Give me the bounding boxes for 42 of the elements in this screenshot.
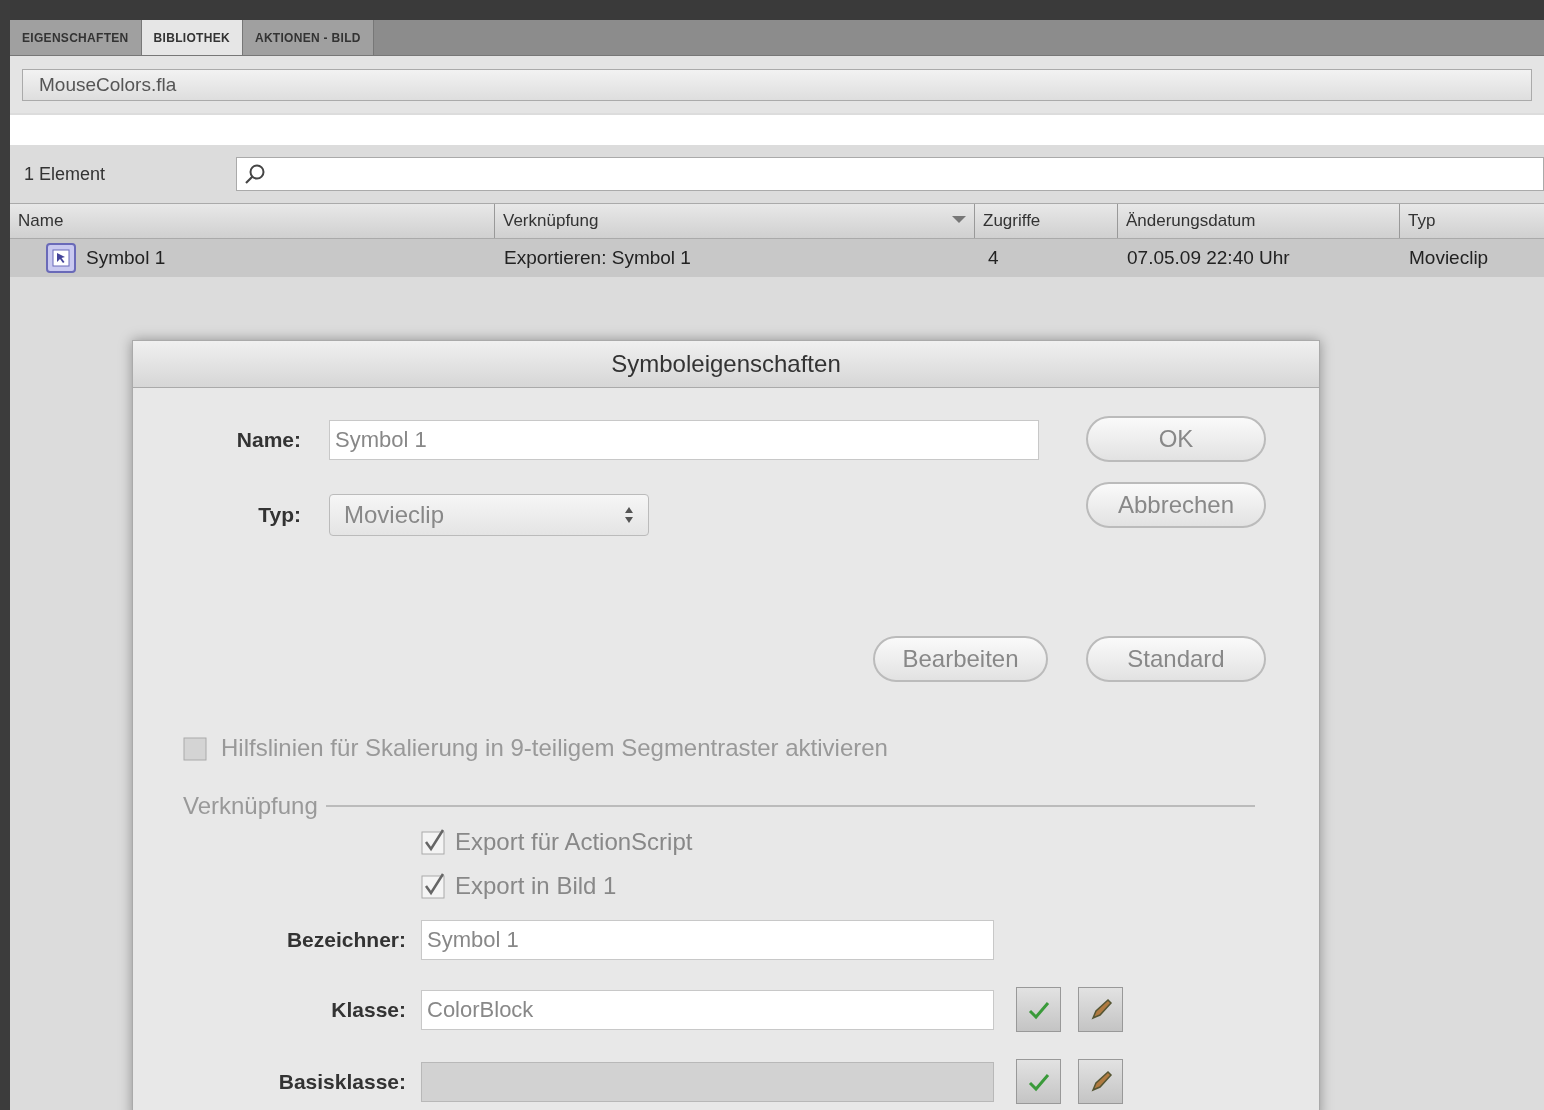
library-row[interactable]: Symbol 1 Exportieren: Symbol 1 4 07.05.09 22:40 Uhr Movieclip [10, 239, 1544, 277]
symbol-name: Symbol 1 [86, 247, 166, 269]
checkbox-label: Hilfslinien für Skalierung in 9-teiligem Segmentraster aktivieren [221, 734, 888, 762]
field-label: Basisklasse: [277, 1069, 406, 1094]
panel-tab[interactable]: AKTIONEN - BILD [242, 20, 374, 55]
column-header[interactable]: Änderungsdatum [1117, 204, 1399, 238]
checkbox-label: Export in Bild 1 [455, 872, 617, 900]
name-field[interactable]: Symbol 1 [329, 420, 1039, 460]
section-label: Verknüpfung [183, 792, 318, 820]
column-header[interactable]: Verknüpfung [494, 204, 974, 238]
file-dropdown[interactable]: MouseColors.fla [22, 68, 1532, 101]
field-label: Name: [235, 428, 301, 452]
stepper-arrows-icon [624, 505, 634, 525]
edit-button[interactable] [1078, 987, 1123, 1032]
panel-tab[interactable]: BIBLIOTHEK [141, 20, 243, 55]
check-button[interactable] [1016, 987, 1061, 1032]
field-label: Typ: [257, 503, 301, 527]
panel-tab[interactable]: EIGENSCHAFTEN [10, 20, 142, 55]
check-button[interactable] [1016, 1059, 1061, 1104]
table-cell: 07.05.09 22:40 Uhr [1127, 247, 1290, 268]
column-header[interactable]: Typ [1399, 204, 1544, 238]
field-label: Bezeichner: [285, 928, 406, 952]
table-cell: Movieclip [1409, 247, 1489, 268]
edit-button[interactable] [1078, 1059, 1123, 1104]
item-count: 1 Element [24, 163, 107, 185]
dialog-title: Symboleigenschaften [133, 341, 1319, 388]
text-field[interactable]: Symbol 1 [421, 920, 994, 960]
table-cell: 4 [988, 247, 999, 268]
dialog-button[interactable]: Standard [1086, 636, 1266, 682]
movieclip-icon [46, 243, 76, 273]
table-cell: Exportieren: Symbol 1 [504, 247, 691, 268]
field-label: Klasse: [330, 997, 406, 1022]
dialog-button[interactable]: OK [1086, 416, 1266, 462]
search-field[interactable] [236, 157, 1544, 191]
dialog-button[interactable]: Bearbeiten [873, 636, 1048, 682]
column-header[interactable]: Name [10, 204, 494, 238]
column-header[interactable]: Zugriffe [974, 204, 1117, 238]
dialog-button[interactable]: Abbrechen [1086, 482, 1266, 528]
type-dropdown[interactable]: Movieclip [329, 494, 649, 536]
text-field[interactable]: ColorBlock [421, 989, 994, 1030]
search-icon [243, 162, 267, 186]
checkbox-label: Export für ActionScript [455, 828, 693, 856]
